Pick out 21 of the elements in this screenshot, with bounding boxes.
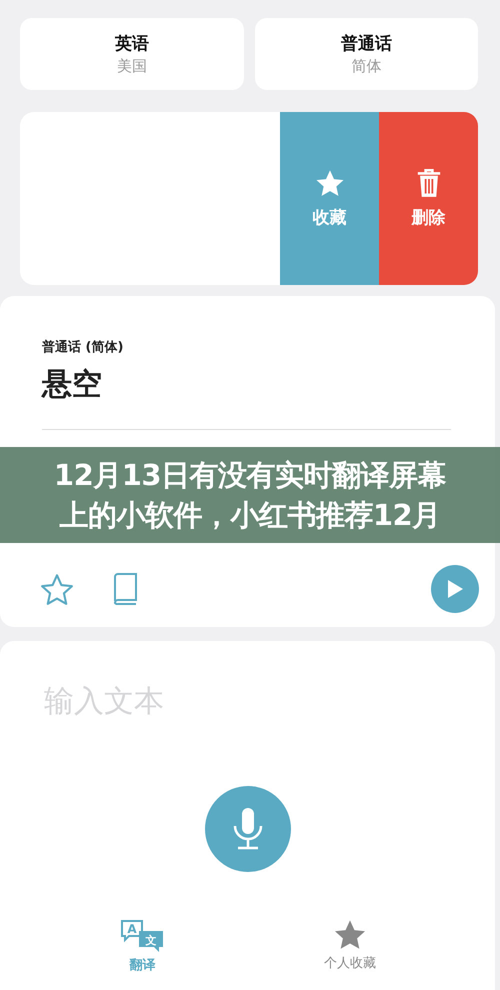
star-icon <box>332 919 367 951</box>
source-text: 悬空 <box>42 366 103 404</box>
language-name: 英语 <box>114 33 149 55</box>
book-icon[interactable] <box>112 573 138 605</box>
play-button[interactable] <box>431 565 479 613</box>
trash-icon <box>416 168 442 198</box>
star-icon[interactable] <box>40 572 74 606</box>
tab-item[interactable]: 个人收藏 <box>324 919 376 974</box>
delete-button[interactable]: 删除 <box>379 112 478 285</box>
language-selector[interactable]: 英语 美国 <box>20 18 244 90</box>
favorite-button[interactable]: 收藏 <box>280 112 379 285</box>
source-language-label: 普通话 (简体) <box>42 338 124 356</box>
star-icon <box>314 168 344 198</box>
play-icon <box>446 579 464 599</box>
language-variant: 简体 <box>351 57 382 76</box>
banner-title-line: 上的小软件，小红书推荐12月 <box>59 497 441 534</box>
tab-item[interactable]: A 文 翻译 <box>119 919 166 974</box>
language-variant: 美国 <box>116 57 147 76</box>
language-name: 普通话 <box>340 33 392 55</box>
banner-title-line: 12月13日有没有实时翻译屏幕 <box>54 457 446 494</box>
language-selector[interactable]: 普通话 简体 <box>254 18 478 90</box>
